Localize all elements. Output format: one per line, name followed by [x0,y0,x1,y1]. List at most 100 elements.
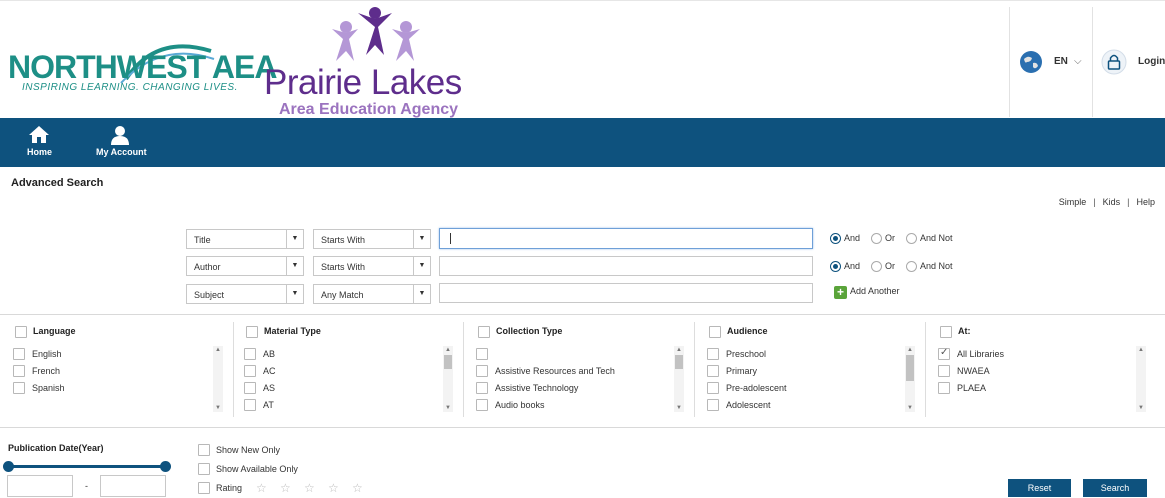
slider-max-handle[interactable] [160,461,171,472]
operator-select-2[interactable]: Starts With ▼ [313,256,431,276]
bool-andnot-radio-2[interactable] [906,261,917,272]
facet-checkbox[interactable] [707,365,719,377]
kids-search-link[interactable]: Kids [1103,197,1121,207]
star-icon[interactable]: ☆ [328,481,339,495]
facet-checkbox[interactable] [244,348,256,360]
facet-checkbox[interactable] [938,365,950,377]
nw-tagline: INSPIRING LEARNING. CHANGING LIVES. [22,82,238,93]
scroll-up-icon[interactable]: ▲ [1136,346,1146,354]
facet-item: NWAEA [957,366,990,376]
scroll-up-icon[interactable]: ▲ [905,346,915,354]
facet-checkbox[interactable] [938,382,950,394]
bool-or-radio-1[interactable] [871,233,882,244]
facet-scrollbar[interactable]: ▲ ▼ [1136,346,1146,412]
scroll-down-icon[interactable]: ▼ [443,404,453,412]
bool-andnot-label: And Not [920,233,953,243]
scroll-down-icon[interactable]: ▼ [905,404,915,412]
help-link[interactable]: Help [1136,197,1155,207]
language-selector[interactable]: EN [1054,56,1068,67]
field-select-2[interactable]: Author ▼ [186,256,304,276]
scroll-thumb[interactable] [444,355,452,369]
facet-checkbox[interactable] [707,382,719,394]
facet-checkbox[interactable] [476,399,488,411]
add-another-button[interactable]: + [834,286,847,299]
star-icon[interactable]: ☆ [304,481,315,495]
pub-date-slider[interactable] [8,465,166,468]
operator-select-3[interactable]: Any Match ▼ [313,284,431,304]
facet-checkbox[interactable] [707,348,719,360]
slider-min-handle[interactable] [3,461,14,472]
year-from-input[interactable] [7,475,73,497]
globe-icon[interactable] [1019,50,1043,74]
facet-checkbox[interactable] [476,348,488,360]
login-link[interactable]: Login [1138,56,1165,67]
chevron-down-icon[interactable]: ⌵ [1074,56,1082,67]
simple-search-link[interactable]: Simple [1059,197,1087,207]
dropdown-arrow-icon: ▼ [413,285,430,303]
scroll-down-icon[interactable]: ▼ [1136,404,1146,412]
facet-item: Preschool [726,349,767,359]
star-icon[interactable]: ☆ [352,481,363,495]
show-available-checkbox[interactable] [198,463,210,475]
year-to-input[interactable] [100,475,166,497]
facet-checkbox-checked[interactable] [938,347,950,360]
facet-scrollbar[interactable]: ▲ ▼ [213,346,223,412]
search-input-3[interactable] [439,283,813,303]
scroll-up-icon[interactable]: ▲ [674,346,684,354]
facet-scrollbar[interactable]: ▲ ▼ [443,346,453,412]
facet-audience: Audience Preschool Primary Pre-adolescen… [707,322,919,417]
star-icon[interactable]: ☆ [280,481,291,495]
show-new-checkbox[interactable] [198,444,210,456]
search-input-2[interactable] [439,256,813,276]
facet-checkbox[interactable] [13,365,25,377]
facet-checkbox[interactable] [476,365,488,377]
facet-checkbox[interactable] [244,382,256,394]
facet-checkbox[interactable] [13,382,25,394]
facet-divider [233,322,234,417]
search-button[interactable]: Search [1083,479,1147,497]
scroll-up-icon[interactable]: ▲ [443,346,453,354]
bool-and-radio-2[interactable] [830,261,841,272]
user-icon [111,126,129,145]
facet-divider [463,322,464,417]
facet-item: AB [263,349,276,359]
field-select-1[interactable]: Title ▼ [186,229,304,249]
field-select-3[interactable]: Subject ▼ [186,284,304,304]
facet-item: Primary [726,366,757,376]
reset-button[interactable]: Reset [1008,479,1071,497]
operator-select-1[interactable]: Starts With ▼ [313,229,431,249]
facet-checkbox[interactable] [707,399,719,411]
operator-select-value: Starts With [321,262,366,272]
nav-my-account[interactable]: My Account [90,118,152,167]
bool-or-radio-2[interactable] [871,261,882,272]
facet-checkbox[interactable] [13,348,25,360]
scroll-thumb[interactable] [906,355,914,381]
facet-checkbox[interactable] [244,365,256,377]
facet-scrollbar[interactable]: ▲ ▼ [674,346,684,412]
nav-home[interactable]: Home [14,118,66,167]
bool-andnot-radio-1[interactable] [906,233,917,244]
lock-icon[interactable] [1101,49,1127,75]
scroll-down-icon[interactable]: ▼ [213,404,223,412]
add-another-label[interactable]: Add Another [850,286,900,296]
star-icon[interactable]: ☆ [256,481,267,495]
dropdown-arrow-icon: ▼ [286,257,303,275]
dropdown-arrow-icon: ▼ [413,230,430,248]
date-range-separator: - [85,481,88,491]
facet-checkbox[interactable] [244,399,256,411]
facet-scrollbar[interactable]: ▲ ▼ [905,346,915,412]
facet-checkbox[interactable] [476,382,488,394]
rating-checkbox[interactable] [198,482,210,494]
show-new-label: Show New Only [216,445,281,455]
scroll-thumb[interactable] [675,355,683,369]
facet-item: Pre-adolescent [726,383,787,393]
search-input-1[interactable] [439,228,813,249]
northwest-aea-logo[interactable]: NORTHWEST AEA INSPIRING LEARNING. CHANGI… [8,39,277,97]
bool-and-label: And [844,261,861,271]
pub-date-label: Publication Date(Year) [8,443,104,453]
bool-and-radio-1[interactable] [830,233,841,244]
navbar: Home My Account [0,118,1165,167]
scroll-up-icon[interactable]: ▲ [213,346,223,354]
prairie-lakes-logo[interactable]: Prairie Lakes Area Education Agency [262,5,487,118]
scroll-down-icon[interactable]: ▼ [674,404,684,412]
